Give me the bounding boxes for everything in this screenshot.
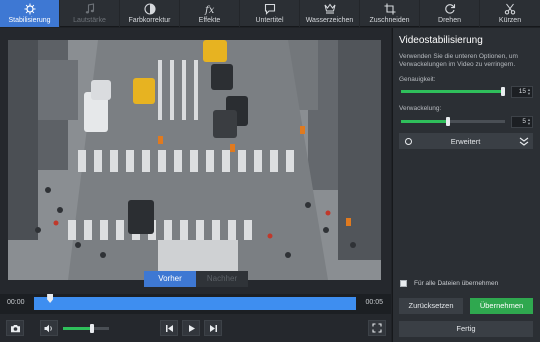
- crop-icon: [384, 3, 395, 15]
- tab-trim-label: Kürzen: [498, 17, 522, 24]
- accuracy-handle[interactable]: [501, 87, 505, 96]
- next-button[interactable]: [204, 320, 222, 336]
- tab-stabilization[interactable]: Stabilisierung: [0, 0, 60, 27]
- timeline-start-time: 00:00: [7, 299, 25, 306]
- apply-all-label: Für alle Dateien übernehmen: [414, 280, 499, 287]
- color-correction-icon: [143, 3, 156, 15]
- shakiness-handle[interactable]: [446, 117, 450, 126]
- panel-description: Verwenden Sie die unteren Optionen, um V…: [399, 53, 518, 68]
- apply-all-row: Für alle Dateien übernehmen: [400, 280, 498, 287]
- tab-subtitles-label: Untertitel: [255, 17, 284, 24]
- volume-fill: [63, 327, 92, 330]
- playback-controls: [0, 314, 391, 342]
- subtitle-icon: [264, 3, 275, 15]
- volume-handle[interactable]: [90, 324, 94, 333]
- double-chevron-down-icon: [519, 137, 529, 146]
- svg-text:fx: fx: [204, 5, 215, 15]
- fx-icon: fx: [204, 5, 215, 15]
- tab-rotate-label: Drehen: [438, 17, 461, 24]
- done-button[interactable]: Fertig: [399, 321, 533, 337]
- stepper-arrows-icon[interactable]: ▲ ▼: [527, 118, 531, 126]
- before-after-tabs: Vorher Nachher: [144, 271, 248, 287]
- tab-watermark-label: Wasserzeichen: [305, 17, 354, 24]
- skip-back-icon: [165, 324, 173, 332]
- accuracy-value: 15: [518, 88, 526, 95]
- mute-button[interactable]: [40, 320, 58, 336]
- accuracy-slider[interactable]: [401, 87, 505, 96]
- tab-watermark[interactable]: Wasserzeichen: [300, 0, 360, 27]
- after-button[interactable]: Nachher: [196, 271, 248, 287]
- accuracy-label: Genauigkeit:: [399, 76, 436, 83]
- toolbar: Stabilisierung Lautstärke Farbkorrektur …: [0, 0, 540, 27]
- accuracy-fill: [401, 90, 505, 93]
- tab-color-correction[interactable]: Farbkorrektur: [120, 0, 180, 27]
- speaker-icon: [44, 324, 52, 332]
- tab-volume-label: Lautstärke: [73, 17, 106, 24]
- snapshot-button[interactable]: [6, 320, 24, 336]
- radio-icon: [405, 137, 412, 145]
- tab-color-correction-label: Farbkorrektur: [128, 17, 171, 24]
- skip-forward-icon: [209, 324, 217, 332]
- tab-volume[interactable]: Lautstärke: [60, 0, 120, 27]
- accuracy-stepper[interactable]: 15 ▲ ▼: [511, 86, 533, 98]
- tab-effects-label: Effekte: [198, 17, 221, 24]
- preview-pane: Vorher Nachher 00:00 00:05: [0, 28, 391, 342]
- tab-crop[interactable]: Zuschneiden: [360, 0, 420, 27]
- scissors-icon: [504, 3, 516, 15]
- tab-subtitles[interactable]: Untertitel: [240, 0, 300, 27]
- previous-button[interactable]: [160, 320, 178, 336]
- stabilization-panel: Videostabilisierung Verwenden Sie die un…: [392, 28, 540, 342]
- watermark-icon: [324, 3, 335, 14]
- tab-crop-label: Zuschneiden: [369, 17, 410, 24]
- stabilize-icon: [24, 3, 35, 15]
- before-button[interactable]: Vorher: [144, 271, 196, 287]
- fullscreen-icon: [372, 323, 382, 333]
- advanced-toggle[interactable]: Erweitert: [399, 133, 533, 149]
- panel-title: Videostabilisierung: [399, 35, 483, 46]
- play-button[interactable]: [182, 320, 200, 336]
- timeline: 00:00 00:05: [0, 294, 391, 314]
- shakiness-value: 5: [522, 118, 526, 125]
- shakiness-stepper[interactable]: 5 ▲ ▼: [511, 116, 533, 128]
- shakiness-slider[interactable]: [401, 117, 505, 126]
- apply-all-checkbox[interactable]: [400, 280, 407, 287]
- timeline-track[interactable]: [34, 297, 356, 310]
- shakiness-label: Verwackelung:: [399, 105, 442, 112]
- tab-stabilization-label: Stabilisierung: [8, 17, 51, 24]
- tab-trim[interactable]: Kürzen: [480, 0, 540, 27]
- volume-slider[interactable]: [63, 324, 109, 333]
- rotate-icon: [444, 4, 455, 14]
- tab-effects[interactable]: fx Effekte: [180, 0, 240, 27]
- shakiness-fill: [401, 120, 448, 123]
- video-preview[interactable]: [8, 40, 381, 280]
- timeline-end-time: 00:05: [365, 299, 383, 306]
- camera-icon: [10, 324, 20, 332]
- reset-button[interactable]: Zurücksetzen: [399, 298, 463, 314]
- apply-button[interactable]: Übernehmen: [470, 298, 533, 314]
- music-note-icon: [85, 3, 94, 14]
- advanced-label: Erweitert: [450, 136, 481, 146]
- video-frame-image: [8, 40, 381, 280]
- tab-rotate[interactable]: Drehen: [420, 0, 480, 27]
- play-icon: [188, 324, 195, 332]
- fullscreen-button[interactable]: [368, 320, 386, 336]
- stepper-arrows-icon[interactable]: ▲ ▼: [527, 88, 531, 96]
